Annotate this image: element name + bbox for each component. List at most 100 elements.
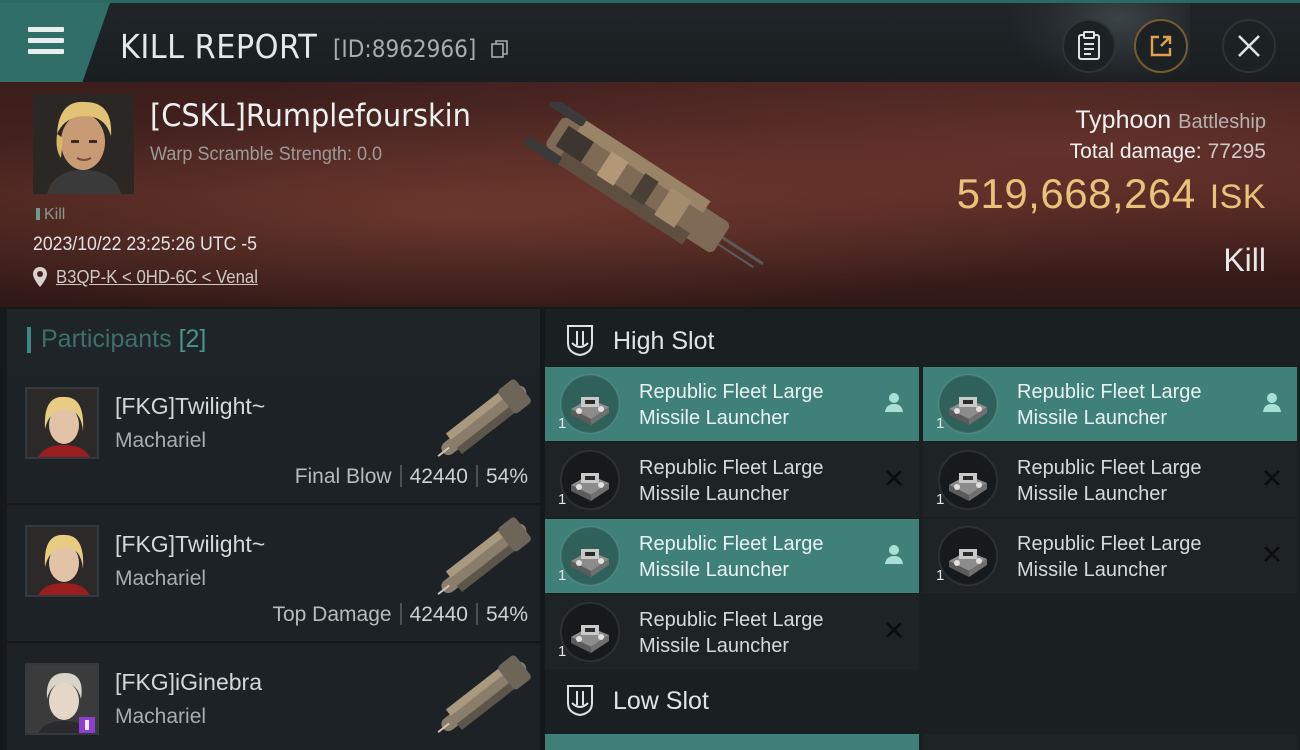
module-quantity: 1 (936, 415, 945, 432)
participant-name[interactable]: [FKG]Twilight~ (115, 531, 265, 558)
module-name: Republic Fleet Large Missile Launcher (1017, 531, 1257, 583)
participant-stats: Top Damage 42440 54% (272, 603, 528, 627)
isk-unit: ISK (1209, 178, 1266, 216)
module-name: Republic Fleet Large Missile Launcher (1017, 455, 1257, 507)
avatar[interactable] (25, 663, 99, 735)
destroyed-x-icon (886, 622, 902, 638)
participant-name[interactable]: [FKG]iGinebra (115, 669, 262, 696)
isk-amount: 519,668,264 (956, 170, 1196, 217)
participant-role: Top Damage (272, 603, 392, 626)
module-name-line-1: Republic Fleet Large (639, 457, 824, 479)
ship-class: Battleship (1178, 111, 1266, 133)
participants-header[interactable]: Participants [2] (7, 309, 540, 369)
report-id: [ID:8962966] (333, 35, 477, 63)
fitting-panel: High Slot 1 Republic Fleet Large Missile L… (545, 309, 1300, 750)
high-slot-module[interactable]: 1 Republic Fleet Large Missile Launcher (923, 443, 1297, 517)
victim-ship-type: Typhoon Battleship (1075, 106, 1266, 135)
share-button[interactable] (1134, 19, 1188, 73)
participant-ship: Machariel (115, 429, 207, 452)
participants-label: Participants (41, 325, 172, 353)
victim-portrait[interactable] (33, 94, 134, 194)
hamburger-menu-icon-bar (28, 49, 64, 54)
high-slot-module[interactable]: 1 Republic Fleet Large Missile Launcher (923, 367, 1297, 441)
kill-timestamp: 2023/10/22 23:25:26 UTC -5 (33, 234, 257, 255)
hamburger-menu-icon-bar (28, 38, 64, 43)
module-quantity: 1 (558, 491, 567, 508)
module-name-line-1: Republic Fleet Large (1017, 457, 1202, 479)
missile-launcher-icon (938, 526, 998, 586)
clipboard-button[interactable] (1062, 19, 1116, 73)
low-slot-module[interactable] (923, 734, 1297, 750)
module-name: Republic Fleet Large Missile Launcher (639, 531, 879, 583)
victim-name[interactable]: [CSKL]Rumplefourskin (150, 98, 471, 134)
fleet-member-icon (885, 545, 903, 564)
participant-row[interactable]: [FKG]Twilight~ Machariel Final Blow 42440… (7, 369, 540, 505)
module-quantity: 1 (558, 643, 567, 660)
fleet-member-icon (885, 393, 903, 412)
participant-row[interactable]: [FKG]Twilight~ Machariel Top Damage 42440… (7, 507, 540, 643)
kill-tag: Kill (36, 206, 65, 224)
participant-name[interactable]: [FKG]Twilight~ (115, 393, 265, 420)
high-slot-module[interactable]: 1 Republic Fleet Large Missile Launcher (545, 367, 919, 441)
ship-name[interactable]: Typhoon (1075, 106, 1171, 134)
participant-ship: Machariel (115, 705, 207, 728)
close-icon (1238, 35, 1260, 57)
total-damage-label: Total damage: (1069, 140, 1202, 163)
missile-launcher-icon (560, 526, 620, 586)
module-name: Republic Fleet Large Missile Launcher (639, 379, 879, 431)
share-icon (1150, 35, 1172, 57)
module-quantity: 1 (936, 567, 945, 584)
module-name-line-1: Republic Fleet Large (639, 533, 824, 555)
module-name-line-2: Missile Launcher (1017, 483, 1168, 505)
missile-launcher-icon (938, 450, 998, 510)
participant-ship-image (437, 517, 531, 595)
participant-row[interactable]: [FKG]iGinebra Machariel (7, 645, 540, 750)
participant-avatar-image (27, 527, 97, 595)
high-slot-module[interactable]: 1 Republic Fleet Large Missile Launcher (545, 595, 919, 669)
destroyed-x-icon (1264, 470, 1280, 486)
participant-ship-image (437, 379, 531, 457)
destroyed-x-icon (886, 470, 902, 486)
victim-banner: [CSKL]Rumplefourskin Warp Scramble Stren… (0, 82, 1300, 307)
top-bar: KILL REPORT [ID:8962966] (0, 0, 1300, 82)
participant-avatar-image (27, 389, 97, 457)
stat-divider (475, 465, 478, 487)
module-quantity: 1 (558, 567, 567, 584)
kill-tag-marker (36, 208, 40, 220)
module-name-line-2: Missile Launcher (1017, 407, 1168, 429)
participants-title: Participants [2] (41, 325, 206, 354)
low-slot-header: Low Slot (545, 671, 1300, 729)
high-slot-module[interactable]: 1 Republic Fleet Large Missile Launcher (545, 443, 919, 517)
participant-avatar-image (27, 665, 97, 733)
kill-location-link[interactable]: B3QP-K < 0HD-6C < Venal (56, 267, 258, 288)
participant-ship: Machariel (115, 567, 207, 590)
module-name-line-2: Missile Launcher (639, 559, 790, 581)
module-quantity: 1 (936, 491, 945, 508)
stat-divider (475, 603, 478, 625)
module-name-line-1: Republic Fleet Large (639, 609, 824, 631)
module-name: Republic Fleet Large Missile Launcher (1017, 379, 1257, 431)
page-title: KILL REPORT (120, 27, 318, 66)
module-name-line-2: Missile Launcher (639, 635, 790, 657)
participants-accent (27, 327, 31, 353)
clipboard-icon (1078, 31, 1100, 60)
stat-divider (399, 465, 402, 487)
destroyed-x-icon (1264, 546, 1280, 562)
result-label: Kill (1223, 242, 1266, 278)
total-damage: Total damage: 77295 (1070, 140, 1266, 164)
participant-damage: 42440 (409, 603, 468, 626)
high-slot-module[interactable]: 1 Republic Fleet Large Missile Launcher (923, 519, 1297, 593)
avatar[interactable] (25, 387, 99, 459)
module-name-line-2: Missile Launcher (639, 483, 790, 505)
hamburger-menu-icon (28, 27, 64, 32)
module-name: Republic Fleet Large Missile Launcher (639, 607, 879, 659)
location-pin-icon (33, 267, 47, 287)
high-slot-module[interactable]: 1 Republic Fleet Large Missile Launcher (545, 519, 919, 593)
module-quantity: 1 (558, 415, 567, 432)
close-button[interactable] (1222, 19, 1276, 73)
menu-button[interactable] (0, 3, 110, 82)
low-slot-module[interactable] (545, 734, 919, 750)
avatar[interactable] (25, 525, 99, 597)
copy-icon[interactable] (490, 39, 510, 59)
participants-count: [2] (178, 325, 207, 353)
